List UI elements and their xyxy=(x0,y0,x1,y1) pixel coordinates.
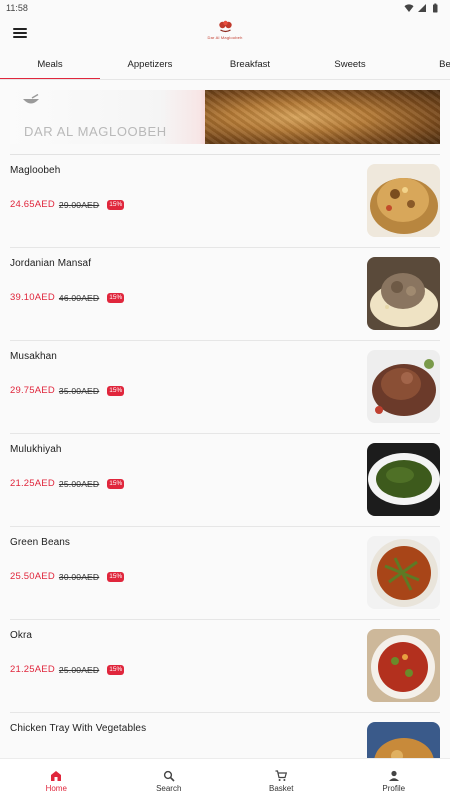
item-image xyxy=(367,350,440,423)
item-name: Green Beans xyxy=(10,537,71,548)
nav-label: Basket xyxy=(269,784,294,793)
search-icon xyxy=(163,770,175,782)
nav-search[interactable]: Search xyxy=(113,759,226,800)
item-image xyxy=(367,257,440,330)
signal-icon xyxy=(418,4,426,12)
wifi-icon xyxy=(404,4,414,12)
basket-icon xyxy=(275,770,288,781)
nav-label: Home xyxy=(45,784,67,793)
item-price: 21.25AED xyxy=(10,478,55,489)
item-image xyxy=(367,164,440,237)
price-row: 25.50AED 30.00AED 15% xyxy=(10,571,125,582)
banner-food-image xyxy=(205,90,440,144)
item-price: 24.65AED xyxy=(10,199,55,210)
item-old-price: 30.00AED xyxy=(58,571,100,582)
discount-badge: 15% xyxy=(107,664,125,675)
app-bar: Dar Al Magloobeh xyxy=(0,16,450,50)
menu-item-okra[interactable]: Okra 21.25AED 25.00AED 15% xyxy=(10,620,440,713)
menu-item-jordanian-mansaf[interactable]: Jordanian Mansaf 39.10AED 46.00AED 15% xyxy=(10,248,440,341)
status-bar: 11:58 xyxy=(0,0,450,16)
menu-button[interactable] xyxy=(12,26,28,40)
menu-list: Magloobeh 24.65AED 29.00AED 15% Jordania… xyxy=(10,154,440,800)
item-old-price: 29.00AED xyxy=(58,199,100,210)
discount-badge: 15% xyxy=(107,478,125,489)
item-old-price: 25.00AED xyxy=(58,664,100,675)
item-image xyxy=(367,536,440,609)
item-image xyxy=(367,629,440,702)
nav-basket[interactable]: Basket xyxy=(225,759,338,800)
menu-icon xyxy=(13,28,27,30)
discount-badge: 15% xyxy=(107,199,125,210)
discount-badge: 15% xyxy=(107,571,125,582)
menu-item-mulukhiyah[interactable]: Mulukhiyah 21.25AED 25.00AED 15% xyxy=(10,434,440,527)
tab-beverages[interactable]: Beve xyxy=(400,50,450,79)
battery-icon xyxy=(433,3,438,13)
price-row: 39.10AED 46.00AED 15% xyxy=(10,292,125,303)
item-price: 29.75AED xyxy=(10,385,55,396)
home-icon xyxy=(51,771,62,781)
status-icons xyxy=(404,3,440,13)
promo-banner[interactable]: DAR AL MAGLOOBEH xyxy=(10,90,440,144)
item-name: Okra xyxy=(10,630,33,641)
item-name: Magloobeh xyxy=(10,165,61,176)
price-row: 21.25AED 25.00AED 15% xyxy=(10,478,125,489)
item-image xyxy=(367,443,440,516)
nav-home[interactable]: Home xyxy=(0,759,113,800)
category-tabs: Meals Appetizers Breakfast Sweets Beve xyxy=(0,50,450,80)
app-logo: Dar Al Magloobeh xyxy=(208,20,243,40)
discount-badge: 15% xyxy=(107,385,125,396)
item-price: 25.50AED xyxy=(10,571,55,582)
menu-item-green-beans[interactable]: Green Beans 25.50AED 30.00AED 15% xyxy=(10,527,440,620)
tab-appetizers[interactable]: Appetizers xyxy=(100,50,200,79)
price-row: 29.75AED 35.00AED 15% xyxy=(10,385,125,396)
nav-label: Search xyxy=(156,784,182,793)
item-old-price: 35.00AED xyxy=(58,385,100,396)
item-name: Chicken Tray With Vegetables xyxy=(10,723,147,734)
nav-profile[interactable]: Profile xyxy=(338,759,450,800)
item-name: Mulukhiyah xyxy=(10,444,62,455)
menu-item-musakhan[interactable]: Musakhan 29.75AED 35.00AED 15% xyxy=(10,341,440,434)
logo-mark-icon xyxy=(218,20,232,33)
item-old-price: 46.00AED xyxy=(58,292,100,303)
price-row: 21.25AED 25.00AED 15% xyxy=(10,664,125,675)
item-old-price: 25.00AED xyxy=(58,478,100,489)
menu-item-magloobeh[interactable]: Magloobeh 24.65AED 29.00AED 15% xyxy=(10,155,440,248)
banner-title: DAR AL MAGLOOBEH xyxy=(24,124,167,139)
item-price: 39.10AED xyxy=(10,292,55,303)
status-time: 11:58 xyxy=(6,3,28,13)
discount-badge: 15% xyxy=(107,292,125,303)
tab-meals[interactable]: Meals xyxy=(0,50,100,79)
nav-label: Profile xyxy=(382,784,406,793)
tab-sweets[interactable]: Sweets xyxy=(300,50,400,79)
item-price: 21.25AED xyxy=(10,664,55,675)
bowl-icon xyxy=(23,94,39,104)
tab-breakfast[interactable]: Breakfast xyxy=(200,50,300,79)
logo-text: Dar Al Magloobeh xyxy=(207,35,243,40)
item-name: Musakhan xyxy=(10,351,57,362)
price-row: 24.65AED 29.00AED 15% xyxy=(10,199,125,210)
profile-icon xyxy=(388,770,399,781)
item-name: Jordanian Mansaf xyxy=(10,258,92,269)
bottom-nav: Home Search Basket Profile xyxy=(0,758,450,800)
